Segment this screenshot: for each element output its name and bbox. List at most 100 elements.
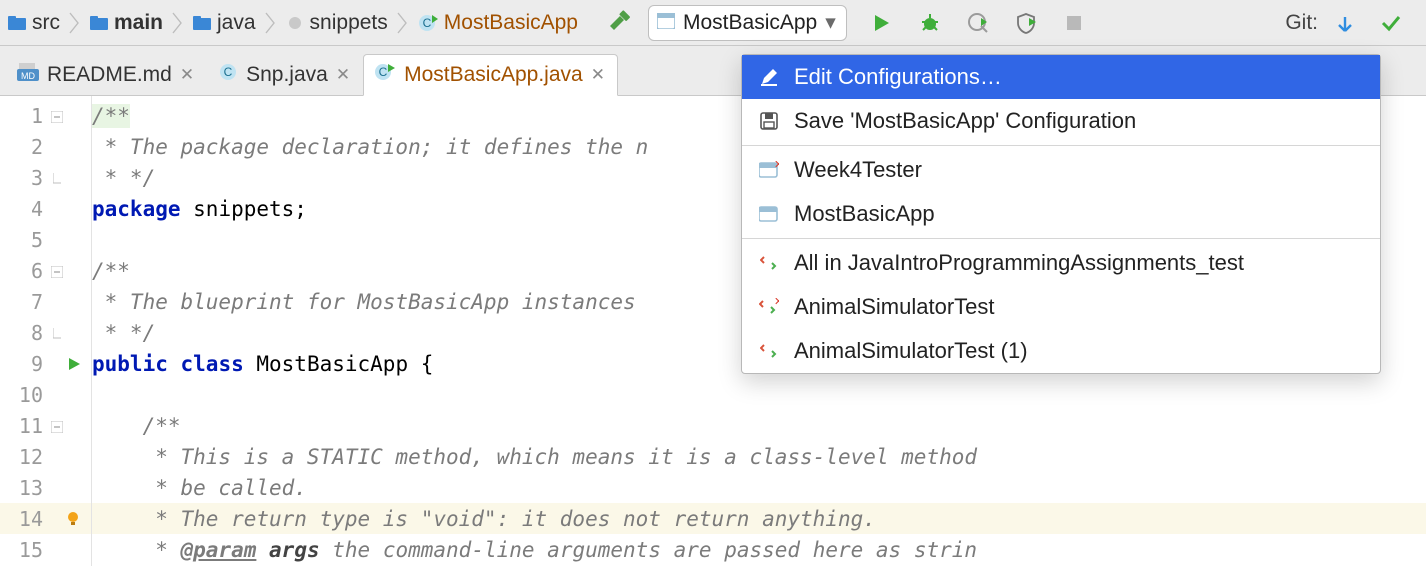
dd-run-config[interactable]: MostBasicApp	[742, 192, 1380, 236]
test-icon	[758, 342, 780, 360]
svg-text:MD: MD	[21, 71, 35, 81]
breadcrumb-label: main	[114, 11, 163, 35]
fold-icon[interactable]	[51, 104, 63, 128]
breadcrumb-label: java	[217, 11, 256, 35]
code-text: * */	[92, 321, 155, 345]
chevron-right-icon	[264, 7, 278, 39]
code-text	[168, 352, 181, 376]
separator	[742, 145, 1380, 146]
breadcrumb-main[interactable]: main	[82, 9, 171, 37]
gutter-line: 12	[0, 441, 91, 472]
gutter-line: 2	[0, 131, 91, 162]
breadcrumb: src main java snippets C	[0, 7, 586, 39]
run-button[interactable]	[863, 4, 901, 42]
dd-label: AnimalSimulatorTest (1)	[794, 338, 1028, 364]
dd-label: AnimalSimulatorTest	[794, 294, 995, 320]
stop-icon	[1065, 14, 1083, 32]
hammer-icon	[606, 10, 632, 36]
dd-edit-configurations[interactable]: Edit Configurations…	[742, 55, 1380, 99]
code-text: package	[92, 197, 181, 221]
code-text: * be called.	[92, 476, 307, 500]
svg-text:✕: ✕	[774, 161, 779, 171]
breadcrumb-label: src	[32, 11, 60, 35]
coverage-button[interactable]	[959, 4, 997, 42]
breadcrumb-java[interactable]: java	[185, 9, 264, 37]
separator	[742, 238, 1380, 239]
close-icon[interactable]: ✕	[180, 65, 194, 85]
dd-label: Edit Configurations…	[794, 64, 1002, 90]
stop-button[interactable]	[1055, 4, 1093, 42]
dd-run-config[interactable]: ✕ AnimalSimulatorTest	[742, 285, 1380, 329]
fold-end-icon[interactable]	[53, 166, 63, 190]
code-text: * */	[92, 166, 155, 190]
code-text: args	[269, 538, 320, 562]
tab-readme[interactable]: MD README.md ✕	[6, 53, 207, 95]
code-text: MostBasicApp {	[244, 352, 434, 376]
profile-button[interactable]	[1007, 4, 1045, 42]
dd-save-configuration[interactable]: Save 'MostBasicApp' Configuration	[742, 99, 1380, 143]
fold-icon[interactable]	[51, 259, 63, 283]
code-text: * The return type is "void": it does not…	[92, 507, 876, 531]
vcs-label: Git:	[1285, 11, 1318, 35]
gutter-line: 13	[0, 472, 91, 503]
app-invalid-icon: ✕	[758, 161, 780, 179]
run-gutter-icon[interactable]	[67, 352, 81, 376]
package-icon	[286, 16, 304, 30]
gutter-line: 1	[0, 100, 91, 131]
vcs-commit-button[interactable]	[1372, 4, 1410, 42]
close-icon[interactable]: ✕	[336, 65, 350, 85]
markdown-icon: MD	[17, 63, 39, 87]
gutter-line: 9	[0, 348, 91, 379]
app-icon	[758, 205, 780, 223]
dd-run-config[interactable]: ✕ Week4Tester	[742, 148, 1380, 192]
code-text: /**	[92, 259, 130, 283]
run-config-dropdown: Edit Configurations… Save 'MostBasicApp'…	[741, 54, 1381, 374]
tab-snp[interactable]: C Snp.java ✕	[207, 53, 363, 95]
gutter-line: 3	[0, 162, 91, 193]
edit-icon	[758, 67, 780, 87]
code-text: @param	[181, 538, 257, 562]
run-config-label: MostBasicApp	[683, 11, 817, 35]
dd-run-config[interactable]: All in JavaIntroProgrammingAssignments_t…	[742, 241, 1380, 285]
run-config-selector[interactable]: MostBasicApp ▾	[648, 5, 847, 41]
test-icon	[758, 254, 780, 272]
vcs-update-button[interactable]	[1326, 4, 1364, 42]
dd-run-config[interactable]: AnimalSimulatorTest (1)	[742, 329, 1380, 373]
bug-icon	[919, 12, 941, 34]
gutter-line: 14	[0, 503, 91, 534]
build-button[interactable]	[600, 4, 638, 42]
gutter-line: 11	[0, 410, 91, 441]
folder-icon	[193, 16, 211, 30]
breadcrumb-src[interactable]: src	[0, 9, 68, 37]
bulb-icon[interactable]	[65, 507, 81, 531]
fold-icon[interactable]	[51, 414, 63, 438]
class-run-icon: C	[374, 62, 396, 88]
dd-label: Week4Tester	[794, 157, 922, 183]
class-run-icon: C	[418, 13, 438, 33]
close-icon[interactable]: ✕	[591, 65, 605, 85]
update-icon	[1335, 13, 1355, 33]
debug-button[interactable]	[911, 4, 949, 42]
breadcrumb-class[interactable]: C MostBasicApp	[410, 9, 586, 37]
gutter-line: 6	[0, 255, 91, 286]
code-text: * The package declaration; it defines th…	[92, 135, 648, 159]
gutter-line: 4	[0, 193, 91, 224]
tab-label: Snp.java	[246, 63, 328, 87]
tab-label: MostBasicApp.java	[404, 63, 583, 87]
dd-label: All in JavaIntroProgrammingAssignments_t…	[794, 250, 1244, 276]
gutter-line: 10	[0, 379, 91, 410]
code-text: /**	[92, 104, 130, 128]
tab-mostbasicapp[interactable]: C MostBasicApp.java ✕	[363, 54, 618, 96]
svg-text:C: C	[379, 65, 388, 79]
coverage-icon	[967, 12, 989, 34]
code-text: * This is a STATIC method, which means i…	[92, 445, 977, 469]
class-icon: C	[218, 62, 238, 88]
dd-label: Save 'MostBasicApp' Configuration	[794, 108, 1136, 134]
chevron-right-icon	[171, 7, 185, 39]
breadcrumb-label: MostBasicApp	[444, 11, 578, 35]
breadcrumb-snippets[interactable]: snippets	[278, 9, 396, 37]
svg-text:C: C	[422, 16, 431, 30]
svg-text:✕: ✕	[774, 298, 779, 308]
fold-end-icon[interactable]	[53, 321, 63, 345]
gutter: 1 2 3 4 5 6 7 8 9 10 11 12 13 14 15	[0, 96, 92, 566]
